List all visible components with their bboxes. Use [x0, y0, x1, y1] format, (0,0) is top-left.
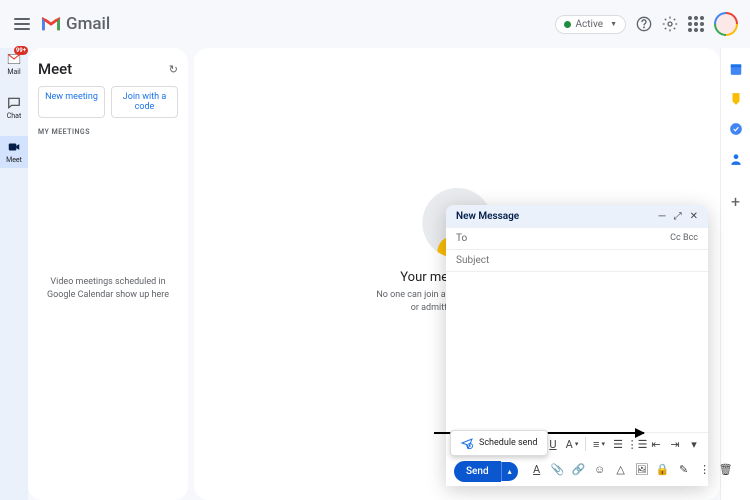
compose-controls: ─ ⤢ ✕ — [659, 212, 698, 222]
apps-icon[interactable] — [688, 16, 704, 32]
meet-panel: Meet ↻ New meeting Join with a code MY M… — [28, 48, 188, 500]
subject-row[interactable] — [446, 250, 708, 272]
join-code-button[interactable]: Join with a code — [111, 86, 178, 118]
rail-chat-label: Chat — [7, 112, 22, 120]
empty-line2: Google Calendar show up here — [38, 289, 178, 302]
add-icon[interactable]: + — [731, 192, 740, 211]
compose-toolbar: Schedule send ᴛT▾ B I U A▾ ≡▾ ☰ ⋮☰ ⇤ ⇥ ▾… — [446, 432, 708, 486]
rail-mail[interactable]: 99+ Mail — [0, 48, 28, 80]
nav-rail: 99+ Mail Chat Meet — [0, 48, 28, 500]
send-row: Send ▴ A 📎 🔗 ☺ △ 🖼 🔒 ✎ ⋮ 🗑 — [454, 457, 700, 482]
send-button-group: Send ▴ — [454, 461, 518, 482]
attach-row: A 📎 🔗 ☺ △ 🖼 🔒 ✎ ⋮ 🗑 — [531, 464, 732, 476]
to-row[interactable]: To Cc Bcc — [446, 228, 708, 250]
compose-window: New Message ─ ⤢ ✕ To Cc Bcc Schedule sen… — [446, 205, 708, 486]
expand-icon[interactable]: ⤢ — [674, 212, 682, 222]
subject-input[interactable] — [456, 255, 698, 266]
indent-less-icon[interactable]: ⇤ — [650, 438, 662, 450]
meet-title: Meet — [38, 60, 72, 78]
close-icon[interactable]: ✕ — [690, 212, 698, 222]
compose-header[interactable]: New Message ─ ⤢ ✕ — [446, 205, 708, 228]
meet-icon — [7, 140, 21, 154]
link-icon[interactable]: 🔗 — [573, 464, 585, 476]
rail-meet[interactable]: Meet — [0, 136, 28, 168]
rail-meet-label: Meet — [6, 156, 22, 164]
new-meeting-button[interactable]: New meeting — [38, 86, 105, 118]
meet-buttons: New meeting Join with a code — [38, 86, 178, 118]
cc-bcc[interactable]: Cc Bcc — [670, 233, 698, 244]
signature-icon[interactable]: ✎ — [678, 464, 690, 476]
meet-empty-state: Video meetings scheduled in Google Calen… — [38, 276, 178, 301]
formatting-icon[interactable]: A — [531, 464, 543, 476]
schedule-label: Schedule send — [479, 438, 537, 448]
text-color-icon[interactable]: A▾ — [566, 438, 578, 450]
meet-header: Meet ↻ — [38, 60, 178, 78]
gmail-logo[interactable]: Gmail — [40, 14, 110, 34]
schedule-send-menu[interactable]: Schedule send — [450, 430, 548, 456]
status-label: Active — [576, 19, 604, 30]
calendar-icon[interactable] — [729, 62, 743, 76]
emoji-icon[interactable]: ☺ — [594, 464, 606, 476]
contacts-icon[interactable] — [729, 152, 743, 166]
to-label: To — [456, 233, 467, 244]
my-meetings-label: MY MEETINGS — [38, 128, 178, 136]
underline-icon[interactable]: U — [547, 438, 559, 450]
compose-title: New Message — [456, 211, 519, 222]
unread-badge: 99+ — [14, 46, 28, 55]
refresh-icon[interactable]: ↻ — [169, 63, 178, 76]
app-name: Gmail — [66, 14, 110, 34]
send-options-button[interactable]: ▴ — [501, 462, 518, 481]
help-icon[interactable] — [636, 16, 652, 32]
chat-icon — [7, 96, 21, 110]
status-pill[interactable]: Active ▼ — [555, 15, 626, 34]
settings-icon[interactable] — [662, 16, 678, 32]
rail-mail-label: Mail — [7, 68, 20, 76]
confidential-icon[interactable]: 🔒 — [657, 464, 669, 476]
divider — [585, 437, 586, 451]
tasks-icon[interactable] — [729, 122, 743, 136]
bullet-list-icon[interactable]: ⋮☰ — [631, 438, 643, 450]
drive-icon[interactable]: △ — [615, 464, 627, 476]
indent-more-icon[interactable]: ⇥ — [669, 438, 681, 450]
empty-line1: Video meetings scheduled in — [38, 276, 178, 289]
image-icon[interactable]: 🖼 — [636, 464, 648, 476]
app-header: Gmail Active ▼ — [0, 0, 750, 48]
chevron-down-icon: ▼ — [610, 20, 617, 28]
main-menu-icon[interactable] — [12, 14, 32, 34]
rail-chat[interactable]: Chat — [0, 92, 28, 124]
more-format-icon[interactable]: ▾ — [688, 438, 700, 450]
align-icon[interactable]: ≡▾ — [593, 438, 605, 450]
side-panel: + — [720, 48, 750, 500]
keep-icon[interactable] — [729, 92, 743, 106]
more-icon[interactable]: ⋮ — [699, 464, 711, 476]
header-right: Active ▼ — [555, 12, 738, 36]
numbered-list-icon[interactable]: ☰ — [612, 438, 624, 450]
discard-icon[interactable]: 🗑 — [720, 464, 732, 476]
minimize-icon[interactable]: ─ — [659, 212, 666, 222]
status-dot-icon — [564, 21, 571, 28]
header-left: Gmail — [12, 14, 110, 34]
schedule-icon — [461, 437, 473, 449]
send-button[interactable]: Send — [454, 461, 501, 482]
account-avatar[interactable] — [714, 12, 738, 36]
attach-icon[interactable]: 📎 — [552, 464, 564, 476]
compose-body[interactable] — [446, 272, 708, 432]
